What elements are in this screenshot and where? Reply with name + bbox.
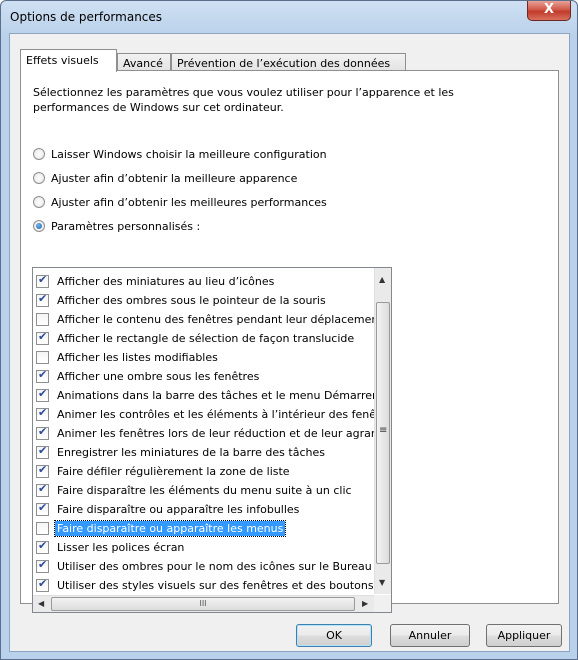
effect-item[interactable]: Enregistrer les miniatures de la barre d… <box>33 443 375 461</box>
effect-item[interactable]: Afficher le rectangle de sélection de fa… <box>33 329 375 347</box>
effect-item[interactable]: Animations dans la barre des tâches et l… <box>33 386 375 404</box>
effect-checkbox[interactable] <box>36 444 49 459</box>
radio-label: Paramètres personnalisés : <box>51 219 201 233</box>
effect-checkbox[interactable] <box>36 368 49 383</box>
effect-item[interactable]: Utiliser des styles visuels sur des fenê… <box>33 576 375 594</box>
effect-item[interactable]: Afficher les listes modifiables <box>33 348 375 366</box>
radio-label: Ajuster afin d’obtenir les meilleures pe… <box>51 195 327 209</box>
effect-item[interactable]: Animer les contrôles et les éléments à l… <box>33 405 375 423</box>
radio-button[interactable] <box>33 172 45 184</box>
effect-item[interactable]: Faire défiler régulièrement la zone de l… <box>33 462 375 480</box>
ok-button[interactable]: OK <box>296 624 372 647</box>
scroll-down-icon[interactable]: ▼ <box>379 578 385 587</box>
effects-listbox[interactable]: Afficher des miniatures au lieu d’icônes… <box>32 267 392 613</box>
effect-item[interactable]: Faire disparaître les éléments du menu s… <box>33 481 375 499</box>
close-icon: X <box>543 2 555 17</box>
radio-button[interactable] <box>33 220 45 232</box>
effect-label: Faire défiler régulièrement la zone de l… <box>57 464 290 478</box>
effect-item[interactable]: Utiliser des ombres pour le nom des icôn… <box>33 557 375 575</box>
effect-checkbox[interactable] <box>36 273 49 288</box>
radio-best-performance[interactable]: Ajuster afin d’obtenir les meilleures pe… <box>33 194 327 210</box>
tab-visual-effects[interactable]: Effets visuels <box>20 49 117 72</box>
intro-text: Sélectionnez les paramètres que vous vou… <box>33 86 454 114</box>
scroll-left-icon[interactable]: ◀ <box>38 599 44 608</box>
effect-label: Enregistrer les miniatures de la barre d… <box>57 445 325 459</box>
effect-checkbox[interactable] <box>36 463 49 478</box>
effect-item[interactable]: Afficher des miniatures au lieu d’icônes <box>33 272 375 290</box>
effect-checkbox[interactable] <box>36 577 49 592</box>
window-title: Options de performances <box>10 10 163 24</box>
effect-checkbox[interactable] <box>36 482 49 497</box>
effect-label: Faire disparaître ou apparaître les menu… <box>53 519 287 537</box>
radio-let-windows-choose[interactable]: Laisser Windows choisir la meilleure con… <box>33 146 327 162</box>
title-bar[interactable]: Options de performances X <box>1 1 577 33</box>
effect-item[interactable]: Afficher une ombre sous les fenêtres <box>33 367 375 385</box>
effect-checkbox[interactable] <box>36 521 49 535</box>
vertical-scrollbar[interactable]: ▲ ≡ ▼ <box>374 268 391 594</box>
cancel-button[interactable]: Annuler <box>390 624 470 647</box>
grip-icon: ≡ <box>379 425 388 436</box>
effect-checkbox[interactable] <box>36 425 49 440</box>
effect-item[interactable]: Faire disparaître ou apparaître les menu… <box>33 519 375 537</box>
effect-label: Faire disparaître les éléments du menu s… <box>57 483 352 497</box>
effect-label: Afficher des ombres sous le pointeur de … <box>57 293 326 307</box>
effect-checkbox[interactable] <box>36 330 49 345</box>
effect-item[interactable]: Lisser les polices écran <box>33 538 375 556</box>
radio-button[interactable] <box>33 196 45 208</box>
effect-item[interactable]: Animer les fenêtres lors de leur réducti… <box>33 424 375 442</box>
dialog-body: Effets visuels Avancé Prévention de l’ex… <box>9 33 570 652</box>
effect-label: Utiliser des ombres pour le nom des icôn… <box>57 559 372 573</box>
scrollbar-corner <box>374 595 391 612</box>
effect-checkbox[interactable] <box>36 406 49 421</box>
radio-button[interactable] <box>33 148 45 160</box>
effect-label: Animer les fenêtres lors de leur réducti… <box>57 426 375 440</box>
effect-label: Afficher les listes modifiables <box>57 350 218 364</box>
effect-label: Afficher le contenu des fenêtres pendant… <box>57 312 375 326</box>
effect-label: Animer les contrôles et les éléments à l… <box>57 407 375 421</box>
effect-label: Faire disparaître ou apparaître les info… <box>57 502 300 516</box>
effect-checkbox[interactable] <box>36 387 49 402</box>
radio-label: Ajuster afin d’obtenir la meilleure appa… <box>51 171 298 185</box>
effect-checkbox[interactable] <box>36 539 49 554</box>
effect-label: Lisser les polices écran <box>57 540 185 554</box>
effect-checkbox[interactable] <box>36 558 49 573</box>
effect-item[interactable]: Faire disparaître ou apparaître les info… <box>33 500 375 518</box>
radio-custom[interactable]: Paramètres personnalisés : <box>33 218 200 234</box>
visual-effects-panel: Sélectionnez les paramètres que vous vou… <box>20 70 559 613</box>
radio-best-appearance[interactable]: Ajuster afin d’obtenir la meilleure appa… <box>33 170 297 186</box>
effect-checkbox[interactable] <box>36 501 49 516</box>
effect-label: Afficher une ombre sous les fenêtres <box>57 369 260 383</box>
close-button[interactable]: X <box>527 1 571 21</box>
apply-button[interactable]: Appliquer <box>486 624 562 647</box>
effect-label: Afficher des miniatures au lieu d’icônes <box>57 274 275 288</box>
radio-label: Laisser Windows choisir la meilleure con… <box>51 147 327 161</box>
tab-advanced[interactable]: Avancé <box>117 53 171 71</box>
effect-checkbox[interactable] <box>36 312 49 326</box>
scroll-right-icon[interactable]: ▶ <box>362 599 368 608</box>
performance-options-window: Options de performances X Effets visuels… <box>0 0 578 660</box>
effect-item[interactable]: Afficher le contenu des fenêtres pendant… <box>33 310 375 328</box>
horizontal-scrollbar[interactable]: ◀ III ▶ <box>33 595 375 612</box>
vertical-scroll-thumb[interactable]: ≡ <box>376 302 390 564</box>
effect-checkbox[interactable] <box>36 292 49 307</box>
tab-data-execution-prevention[interactable]: Prévention de l’exécution des données <box>171 53 406 71</box>
effect-label: Afficher le rectangle de sélection de fa… <box>57 331 355 345</box>
effect-item[interactable]: Afficher des ombres sous le pointeur de … <box>33 291 375 309</box>
effect-label: Utiliser des styles visuels sur des fenê… <box>57 578 374 592</box>
horizontal-scroll-thumb[interactable]: III <box>51 597 355 611</box>
effect-checkbox[interactable] <box>36 350 49 364</box>
effects-list: Afficher des miniatures au lieu d’icônes… <box>33 268 375 594</box>
effect-label: Animations dans la barre des tâches et l… <box>57 388 375 402</box>
scroll-up-icon[interactable]: ▲ <box>379 275 385 284</box>
